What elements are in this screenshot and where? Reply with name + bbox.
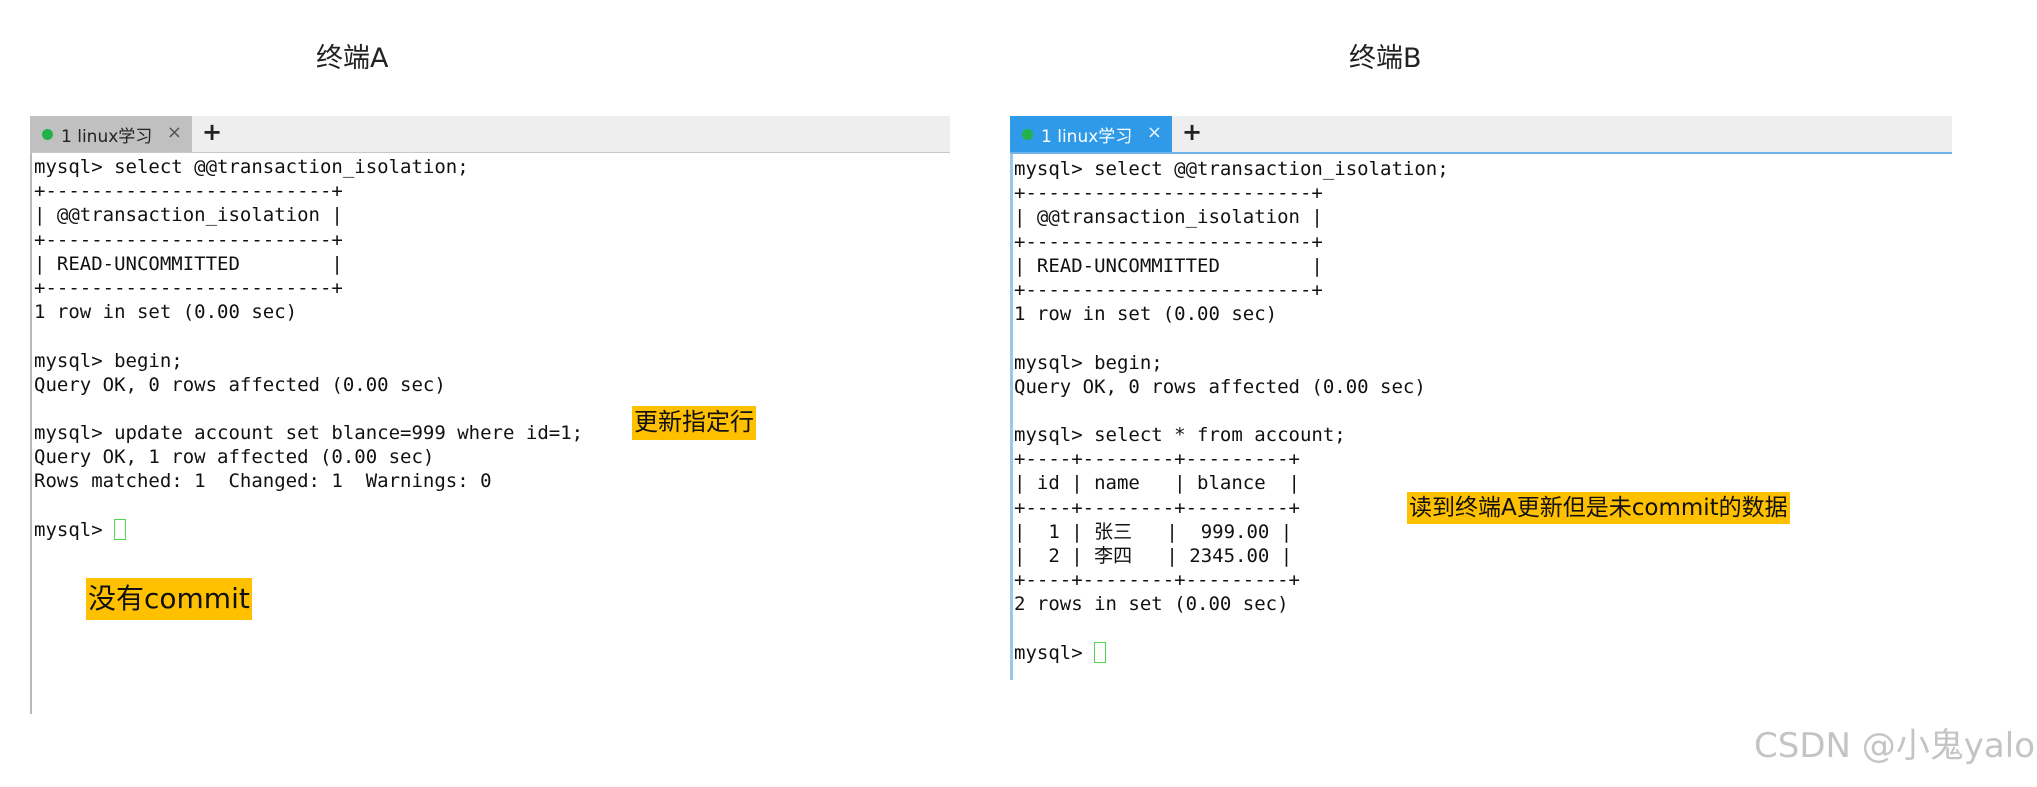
close-icon[interactable]: × [1147, 122, 1162, 143]
terminal-prompt-line[interactable]: mysql> [34, 518, 583, 542]
terminal-line: mysql> select @@transaction_isolation; [1014, 158, 1449, 180]
mysql-prompt: mysql> [34, 518, 115, 541]
tab-label: 1 linux学习 [61, 126, 153, 147]
terminal-line: Query OK, 0 rows affected (0.00 sec) [34, 373, 446, 396]
terminal-a-tab[interactable]: 1 linux学习 × [30, 116, 192, 152]
terminal-line: Query OK, 1 row affected (0.00 sec) [34, 446, 435, 469]
cursor-icon [114, 518, 127, 540]
update-row-note: 更新指定行 [632, 406, 756, 440]
terminal-a-tabbar: 1 linux学习 × + [30, 116, 950, 153]
terminal-line: | @@transaction_isolation | [1014, 206, 1323, 229]
csdn-watermark: CSDN @小鬼yalo [1754, 726, 2035, 766]
terminal-line: mysql> begin; [34, 349, 183, 372]
mysql-prompt: mysql> [1014, 641, 1095, 664]
terminal-line: | READ-UNCOMMITTED | [1014, 254, 1323, 277]
terminal-line: 2 rows in set (0.00 sec) [1014, 593, 1289, 616]
terminal-line: | @@transaction_isolation | [34, 204, 343, 227]
terminal-a[interactable]: 1 linux学习 × + mysql> select @@transactio… [30, 116, 950, 714]
terminal-line: mysql> select @@transaction_isolation; [34, 156, 469, 178]
terminal-line: Query OK, 0 rows affected (0.00 sec) [1014, 375, 1426, 398]
add-tab-button[interactable]: + [1182, 118, 1202, 146]
terminal-line: +-------------------------+ [1014, 230, 1323, 253]
terminal-a-caption: 终端A [316, 43, 389, 74]
terminal-line: mysql> update account set blance=999 whe… [34, 422, 584, 445]
terminal-b-tab[interactable]: 1 linux学习 × [1010, 116, 1172, 152]
terminal-line: 1 row in set (0.00 sec) [34, 301, 298, 324]
terminal-prompt-line[interactable]: mysql> [1014, 641, 1449, 665]
table-row: | 2 | 李四 | 2345.00 | [1014, 545, 1293, 567]
status-dot-icon [42, 128, 53, 140]
terminal-b[interactable]: 1 linux学习 × + mysql> select @@transactio… [1010, 116, 1952, 680]
terminal-line: mysql> select * from account; [1014, 424, 1346, 447]
tab-label: 1 linux学习 [1041, 126, 1133, 147]
terminal-line: +-------------------------+ [34, 180, 343, 203]
terminal-a-border [30, 116, 32, 714]
terminal-b-border [1010, 116, 1013, 680]
terminal-line: +-------------------------+ [34, 276, 343, 299]
close-icon[interactable]: × [167, 122, 182, 143]
add-tab-button[interactable]: + [202, 118, 222, 146]
terminal-a-output: mysql> select @@transaction_isolation; +-… [34, 155, 583, 542]
status-dot-icon [1022, 128, 1033, 140]
table-row: | 1 | 张三 | 999.00 | [1014, 520, 1293, 543]
terminal-b-output: mysql> select @@transaction_isolation; +-… [1014, 157, 1449, 665]
terminal-b-tabbar: 1 linux学习 × + [1010, 116, 1952, 154]
read-uncommitted-note: 读到终端A更新但是未commit的数据 [1407, 492, 1790, 525]
terminal-line: +-------------------------+ [1014, 278, 1323, 301]
terminal-line: +----+--------+---------+ [1014, 448, 1300, 471]
terminal-line: | id | name | blance | [1014, 472, 1300, 495]
terminal-line: mysql> begin; [1014, 351, 1163, 374]
terminal-line: +----+--------+---------+ [1014, 569, 1300, 592]
terminal-line: 1 row in set (0.00 sec) [1014, 303, 1278, 326]
cursor-icon [1094, 641, 1107, 663]
terminal-line: | READ-UNCOMMITTED | [34, 252, 343, 275]
terminal-line: +----+--------+---------+ [1014, 496, 1300, 519]
terminal-b-caption: 终端B [1349, 43, 1422, 74]
terminal-line: +-------------------------+ [1014, 182, 1323, 205]
terminal-line: +-------------------------+ [34, 228, 343, 251]
terminal-line: Rows matched: 1 Changed: 1 Warnings: 0 [34, 470, 492, 493]
no-commit-note: 没有commit [86, 578, 252, 621]
